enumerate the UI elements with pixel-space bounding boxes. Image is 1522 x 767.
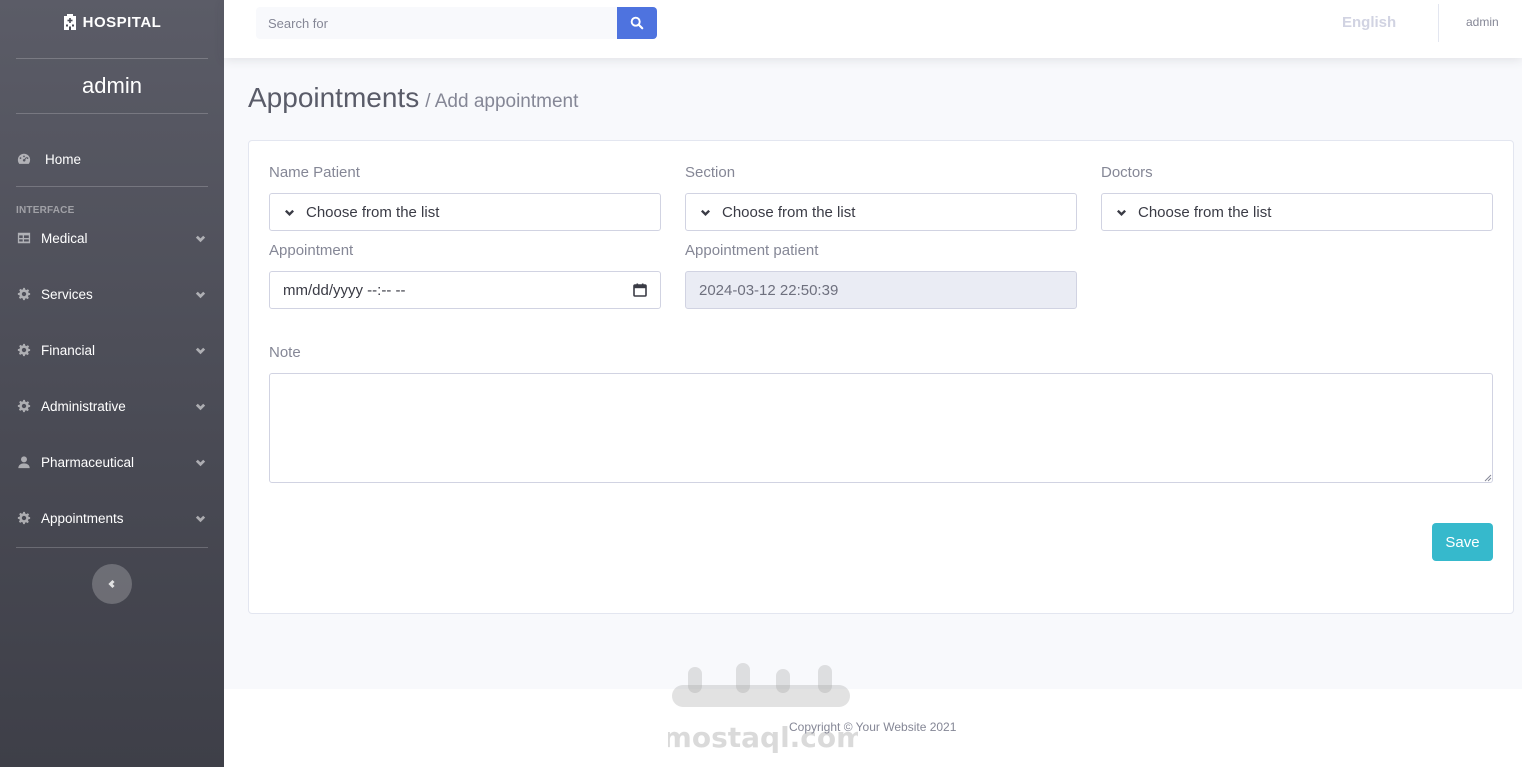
search-input[interactable] [256,7,617,39]
sidebar-item-financial[interactable]: Financial [0,322,224,378]
sidebar-item-label: Services [41,286,93,302]
sidebar-username: admin [82,73,142,98]
language-switcher[interactable]: English [1342,14,1396,31]
appointment-patient-value: 2024-03-12 22:50:39 [699,281,839,299]
page-subtitle: / Add appointment [425,91,579,112]
sidebar-item-label: Pharmaceutical [41,454,135,470]
sidebar-item-label: Appointments [41,510,124,526]
sidebar-item-administrative[interactable]: Administrative [0,378,224,434]
name-patient-select[interactable]: Choose from the list [269,193,661,231]
hospital-icon [63,14,76,30]
note-label: Note [269,344,301,361]
section-label: Section [685,164,736,181]
dashboard-icon [16,151,32,167]
page-title: Appointments [248,82,420,113]
cog-icon [16,398,32,414]
sidebar-item-label: Administrative [41,398,126,414]
page-heading: Appointments / Add appointment [248,82,578,114]
sidebar-item-medical[interactable]: Medical [0,210,224,266]
section-select[interactable]: Choose from the list [685,193,1077,231]
chevron-down-icon [192,510,208,526]
sidebar-item-label: Home [45,151,82,167]
appointment-datetime-value: mm/dd/yyyy --:-- -- [283,281,406,299]
cog-icon [16,342,32,358]
doctors-label: Doctors [1101,164,1153,181]
sidebar-divider [16,113,208,114]
sidebar: HOSPITAL admin Home INTERFACE Medical Se… [0,0,224,767]
sidebar-item-label: Medical [41,230,88,246]
appointment-patient-label: Appointment patient [685,242,819,259]
user-icon [16,454,32,470]
sidebar-toggle-button[interactable] [92,564,132,604]
mostaql-watermark: mostaql.com [668,663,858,754]
name-patient-select-value: Choose from the list [306,203,440,221]
brand-name: HOSPITAL [82,13,162,31]
sidebar-toggle-wrap [0,548,224,604]
table-icon [16,230,32,246]
name-patient-label: Name Patient [269,164,360,181]
chevron-left-icon [108,579,115,589]
user-menu[interactable]: admin [1466,15,1499,29]
doctors-select-value: Choose from the list [1138,203,1272,221]
appointment-label: Appointment [269,242,354,259]
appointment-form-card: Name Patient Choose from the list Sectio… [248,140,1514,614]
section-select-value: Choose from the list [722,203,856,221]
save-button[interactable]: Save [1432,523,1493,561]
cog-icon [16,510,32,526]
chevron-down-icon [192,342,208,358]
topbar: English admin [224,0,1522,58]
sidebar-item-home[interactable]: Home [0,136,224,182]
chevron-down-icon [700,209,711,216]
search-button[interactable] [617,7,657,39]
chevron-down-icon [192,286,208,302]
topbar-divider [1438,4,1439,42]
appointment-patient-field: 2024-03-12 22:50:39 [685,271,1077,309]
chevron-down-icon [192,454,208,470]
sidebar-item-label: Financial [41,342,96,358]
search-bar [256,7,657,39]
sidebar-item-pharmaceutical[interactable]: Pharmaceutical [0,434,224,490]
cog-icon [16,286,32,302]
doctors-select[interactable]: Choose from the list [1101,193,1493,231]
search-icon [630,16,644,30]
chevron-down-icon [1116,209,1127,216]
sidebar-item-services[interactable]: Services [0,266,224,322]
resize-grip-icon[interactable] [1484,474,1492,482]
footer: mostaql.com Copyright © Your Website 202… [224,663,1522,767]
calendar-icon[interactable] [633,283,647,297]
copyright-text: Copyright © Your Website 2021 [789,720,957,734]
chevron-down-icon [192,398,208,414]
brand[interactable]: HOSPITAL [0,0,224,44]
chevron-down-icon [192,230,208,246]
chevron-down-icon [284,209,295,216]
note-textarea[interactable] [269,373,1493,483]
sidebar-item-appointments[interactable]: Appointments [0,490,224,546]
appointment-datetime-input[interactable]: mm/dd/yyyy --:-- -- [269,271,661,309]
